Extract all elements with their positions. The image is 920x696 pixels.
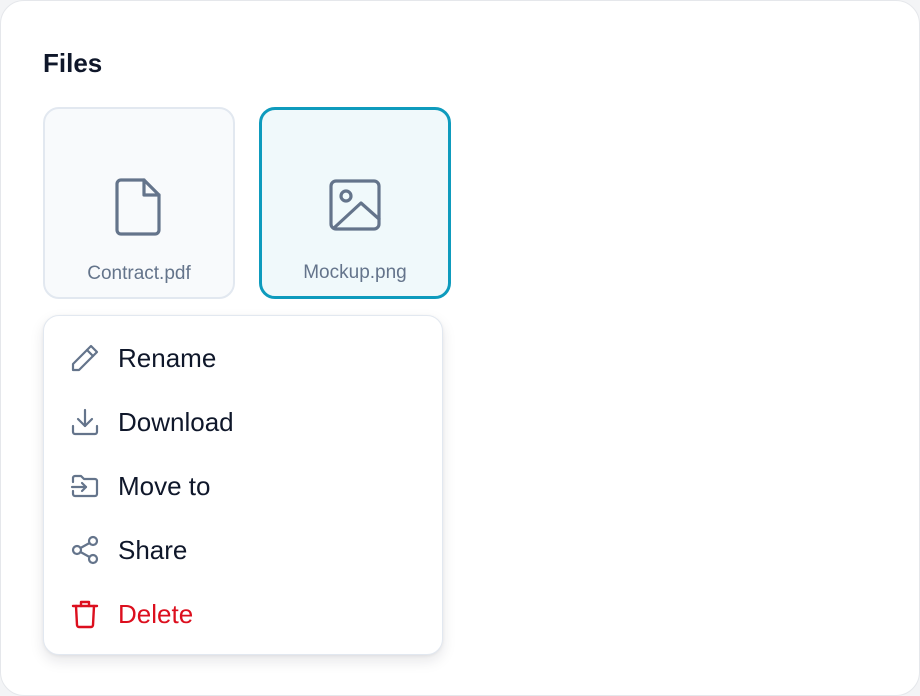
menu-item-label: Download — [118, 407, 234, 437]
image-icon — [327, 173, 383, 237]
file-name: Mockup.png — [303, 262, 407, 283]
section-title: Files — [43, 48, 103, 78]
menu-item-delete[interactable]: Delete — [44, 586, 442, 642]
menu-item-label: Delete — [118, 599, 194, 629]
file-tile-contract[interactable]: Contract.pdf — [43, 107, 235, 299]
files-panel: Files Contract.pdf Mockup.png Rename Dow… — [0, 0, 920, 696]
menu-item-label: Rename — [118, 343, 217, 373]
trash-icon — [68, 597, 102, 631]
context-menu: Rename Download Move to Share Delete — [43, 315, 443, 655]
folder-move-icon — [68, 469, 102, 503]
menu-item-download[interactable]: Download — [44, 394, 442, 450]
menu-item-rename[interactable]: Rename — [44, 330, 442, 386]
file-name: Contract.pdf — [87, 263, 191, 284]
menu-item-share[interactable]: Share — [44, 522, 442, 578]
pencil-icon — [68, 341, 102, 375]
share-icon — [68, 533, 102, 567]
menu-item-move-to[interactable]: Move to — [44, 458, 442, 514]
file-tile-mockup[interactable]: Mockup.png — [259, 107, 451, 299]
menu-item-label: Move to — [118, 471, 211, 501]
file-icon — [111, 175, 167, 239]
menu-item-label: Share — [118, 535, 188, 565]
download-icon — [68, 405, 102, 439]
